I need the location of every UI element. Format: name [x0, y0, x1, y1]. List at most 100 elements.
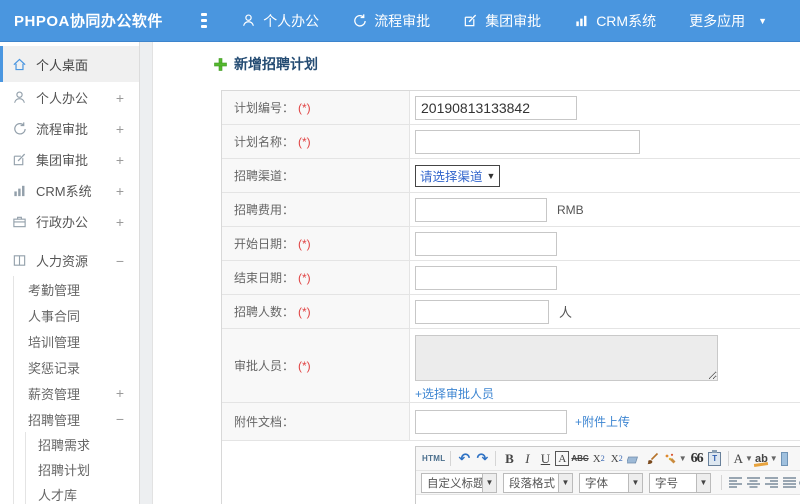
sidebar-item-label: 招聘需求	[38, 438, 91, 453]
sidebar-item-recruit-plan[interactable]: 招聘计划	[26, 457, 139, 482]
form-row-headcount: 招聘人数： (*) 人	[222, 295, 800, 329]
form-value-cell	[410, 261, 800, 294]
paragraph-format-combo[interactable]: 段落格式 ▼	[503, 472, 573, 493]
font-family-combo[interactable]: 字体 ▼	[579, 472, 643, 493]
redo-button[interactable]: ↷	[474, 449, 490, 469]
collapse-minus-icon[interactable]: −	[116, 411, 124, 427]
nav-more-apps[interactable]: 更多应用 ▼	[689, 11, 767, 31]
sidebar-item-personal-desktop[interactable]: 个人桌面	[0, 46, 139, 82]
align-justify-icon[interactable]	[781, 473, 797, 493]
nav-label: 个人办公	[263, 12, 320, 29]
field-label: 结束日期：	[234, 271, 295, 285]
sidebar-item-label: 人才库	[38, 488, 78, 503]
format-brush-icon[interactable]	[645, 449, 661, 469]
nav-group-approval[interactable]: 集团审批	[463, 11, 541, 31]
sidebar-item-training[interactable]: 培训管理	[14, 328, 139, 354]
toolbar-button-partial[interactable]	[780, 451, 788, 466]
plus-green-icon	[214, 57, 227, 71]
sidebar-item-label: 培训管理	[28, 334, 81, 350]
format-painter-icon[interactable]: ▼	[663, 449, 687, 469]
html-source-button[interactable]: HTML	[422, 449, 445, 469]
expand-plus-icon[interactable]: +	[116, 90, 124, 106]
bold-button[interactable]: B	[501, 449, 517, 469]
nav-label: 集团审批	[485, 12, 542, 29]
select-approver-link[interactable]: +选择审批人员	[415, 385, 494, 402]
underline-button[interactable]: U	[537, 449, 553, 469]
app-window: PHPOA协同办公软件 个人办公 流程审批 集团审批 CRM系统 更多应用 ▼ …	[0, 0, 800, 504]
expand-plus-icon[interactable]: +	[116, 214, 124, 230]
sidebar-item-talent-pool[interactable]: 人才库	[26, 482, 139, 504]
expand-plus-icon[interactable]: +	[116, 183, 124, 199]
paste-icon[interactable]: T	[707, 449, 723, 469]
highlight-color-button[interactable]: ab ▼	[755, 449, 778, 469]
sidebar-item-human-resources[interactable]: 人力资源 −	[0, 245, 139, 276]
collapse-minus-icon[interactable]: −	[116, 253, 124, 269]
expand-plus-icon[interactable]: +	[116, 152, 124, 168]
required-mark: (*)	[298, 304, 311, 319]
hr-icon	[11, 253, 28, 268]
form-value-cell: RMB	[410, 193, 800, 226]
form-label-cell: 开始日期： (*)	[222, 227, 410, 260]
eraser-icon[interactable]	[627, 449, 643, 469]
sidebar-item-rewards[interactable]: 奖惩记录	[14, 354, 139, 380]
sidebar-item-workflow-approval[interactable]: 流程审批 +	[0, 113, 139, 144]
sidebar-item-admin-office[interactable]: 行政办公 +	[0, 206, 139, 237]
blockquote-button[interactable]: 66	[689, 449, 705, 469]
nav-label: CRM系统	[596, 12, 657, 29]
superscript-button[interactable]: X2	[591, 449, 607, 469]
sidebar-item-personal-office[interactable]: 个人办公 +	[0, 82, 139, 113]
font-size-combo[interactable]: 字号 ▼	[649, 472, 711, 493]
expand-plus-icon[interactable]: +	[116, 385, 124, 401]
form-row-end-date: 结束日期： (*)	[222, 261, 800, 295]
nav-crm-system[interactable]: CRM系统	[574, 11, 656, 31]
dropdown-arrow-icon: ▼	[628, 473, 642, 492]
combo-value: 自定义标题	[427, 477, 482, 490]
form-label-cell: 计划编号： (*)	[222, 91, 410, 124]
align-center-icon[interactable]	[745, 473, 761, 493]
editor-content-area[interactable]	[416, 495, 800, 504]
form-label-cell: 结束日期： (*)	[222, 261, 410, 294]
cost-input[interactable]	[415, 197, 547, 222]
font-color-button[interactable]: A ▼	[734, 449, 753, 469]
currency-suffix: RMB	[557, 202, 584, 217]
start-date-input[interactable]	[415, 231, 557, 256]
sidebar-item-recruit-mgmt[interactable]: 招聘管理 −	[14, 406, 139, 432]
align-left-icon[interactable]	[727, 473, 743, 493]
headcount-input[interactable]	[415, 299, 549, 324]
sidebar-item-label: 薪资管理	[28, 386, 81, 402]
nav-workflow-approval[interactable]: 流程审批	[352, 11, 430, 31]
attachment-upload-link[interactable]: +附件上传	[575, 413, 630, 430]
undo-button[interactable]: ↶	[456, 449, 472, 469]
sidebar-item-label: 人力资源	[36, 254, 89, 269]
border-text-button[interactable]: A	[555, 451, 570, 466]
end-date-input[interactable]	[415, 265, 557, 290]
align-right-icon[interactable]	[763, 473, 779, 493]
top-nav: 个人办公 流程审批 集团审批 CRM系统 更多应用 ▼	[241, 11, 800, 31]
plan-number-input[interactable]	[415, 95, 577, 120]
form-label-cell: 审批人员： (*)	[222, 329, 410, 402]
bar-chart-icon	[574, 13, 589, 28]
sidebar-item-salary[interactable]: 薪资管理 +	[14, 380, 139, 406]
required-mark: (*)	[298, 270, 311, 285]
unit-suffix: 人	[559, 305, 573, 320]
sidebar-item-attendance[interactable]: 考勤管理	[14, 276, 139, 302]
plan-name-input[interactable]	[415, 129, 640, 154]
sidebar-item-crm-system[interactable]: CRM系统 +	[0, 175, 139, 206]
form-label-cell: 招聘人数： (*)	[222, 295, 410, 328]
attachment-input[interactable]	[415, 409, 567, 434]
field-label: 招聘费用：	[234, 203, 295, 217]
expand-plus-icon[interactable]: +	[116, 121, 124, 137]
italic-button[interactable]: I	[519, 449, 535, 469]
sidebar-item-label: 个人桌面	[36, 57, 89, 73]
hamburger-menu-icon[interactable]	[201, 13, 208, 28]
sidebar-item-hr-contract[interactable]: 人事合同	[14, 302, 139, 328]
form-value-cell: +附件上传	[410, 403, 800, 440]
nav-personal-office[interactable]: 个人办公	[241, 11, 319, 31]
approver-textarea[interactable]	[415, 335, 718, 381]
subscript-button[interactable]: X2	[609, 449, 625, 469]
custom-heading-combo[interactable]: 自定义标题 ▼	[421, 472, 497, 493]
strikethrough-button[interactable]: ABC	[571, 449, 588, 469]
sidebar-item-recruit-demand[interactable]: 招聘需求	[26, 432, 139, 457]
sidebar-item-group-approval[interactable]: 集团审批 +	[0, 144, 139, 175]
channel-select[interactable]: 请选择渠道 ▼	[415, 164, 501, 187]
